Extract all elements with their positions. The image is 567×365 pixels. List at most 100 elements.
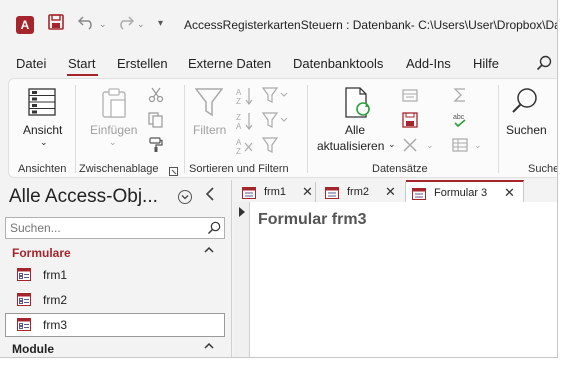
group-separator	[75, 85, 76, 173]
doc-tab-label: frm2	[347, 186, 369, 198]
collapse-pane-icon[interactable]	[204, 186, 216, 207]
ansicht-button[interactable]: Ansicht	[23, 123, 62, 137]
paste-button[interactable]: Einfügen	[90, 123, 137, 137]
cut-icon[interactable]	[148, 87, 164, 103]
nav-item-frm2[interactable]: frm2	[5, 288, 225, 312]
form-icon	[17, 293, 31, 306]
group-label-ansichten: Ansichten	[18, 163, 67, 175]
ansicht-dropdown-icon[interactable]: ⌄	[40, 137, 48, 148]
sort-ascending-icon[interactable]: AZ	[236, 87, 253, 106]
selection-filter-icon[interactable]	[261, 87, 288, 103]
totals-icon[interactable]	[452, 87, 468, 103]
redo-dropdown-icon[interactable]: ⌄	[137, 14, 145, 34]
group-label-suche: Suche	[528, 163, 558, 175]
title-bar: A ⌄ ⌄ ▾ AccessRegisterkartenSteuern : Da…	[0, 0, 557, 48]
refresh-all-label-1[interactable]: Alle	[345, 123, 365, 137]
format-painter-icon[interactable]	[148, 137, 164, 153]
close-icon[interactable]: ✕	[504, 185, 515, 201]
more-records-icon[interactable]	[452, 137, 468, 153]
copy-icon[interactable]	[148, 112, 164, 128]
access-window: A ⌄ ⌄ ▾ AccessRegisterkartenSteuern : Da…	[0, 0, 558, 358]
form-icon	[17, 318, 31, 331]
form-heading: Formular frm3	[258, 211, 367, 228]
svg-text:A: A	[236, 138, 242, 147]
refresh-all-label-2[interactable]: aktualisieren	[317, 139, 384, 153]
svg-text:A: A	[236, 88, 242, 97]
group-separator	[184, 85, 185, 173]
search-icon[interactable]	[536, 55, 552, 71]
new-record-icon[interactable]	[402, 87, 418, 103]
sort-descending-icon[interactable]: ZA	[236, 112, 253, 131]
delete-record-icon[interactable]	[402, 137, 418, 153]
navigation-pane: Alle Access-Obj... Formulare frm1	[0, 180, 232, 357]
record-pointer-icon	[239, 207, 245, 217]
chevron-up-icon[interactable]	[203, 244, 215, 259]
nav-item-label: frm2	[43, 293, 67, 307]
clipboard-launcher-icon[interactable]	[169, 165, 178, 176]
active-tab-indicator	[67, 74, 98, 76]
doc-tab-label: Formular 3	[434, 187, 488, 199]
group-separator	[307, 85, 308, 173]
tab-hilfe[interactable]: Hilfe	[473, 56, 499, 71]
group-label-zwischenablage: Zwischenablage	[79, 163, 159, 175]
record-selector[interactable]	[234, 202, 250, 357]
nav-section-label: Module	[12, 342, 54, 356]
toggle-filter-icon[interactable]	[261, 137, 279, 153]
remove-sort-icon[interactable]: AZ	[236, 137, 253, 156]
nav-section-formulare[interactable]: Formulare	[0, 243, 230, 263]
chevron-up-icon[interactable]	[203, 340, 215, 355]
search-icon[interactable]	[207, 221, 221, 235]
paste-dropdown-icon[interactable]: ⌄	[109, 137, 117, 148]
nav-search-input[interactable]	[6, 218, 196, 238]
form-icon	[17, 268, 31, 281]
view-icon[interactable]	[27, 87, 57, 120]
group-separator	[498, 85, 499, 173]
undo-icon[interactable]	[77, 14, 96, 36]
refresh-all-icon[interactable]	[343, 87, 373, 122]
tab-externe-daten[interactable]: Externe Daten	[188, 56, 271, 71]
customize-qat-icon[interactable]: ▾	[158, 14, 163, 34]
more-dropdown-icon[interactable]: ⌄	[474, 140, 490, 156]
spelling-icon[interactable]: abc	[452, 112, 468, 128]
undo-dropdown-icon[interactable]: ⌄	[99, 14, 107, 34]
delete-dropdown-icon[interactable]: ⌄	[426, 140, 442, 156]
ribbon-tabs: Datei Start Erstellen Externe Daten Date…	[0, 50, 557, 76]
nav-item-label: frm1	[43, 268, 67, 282]
tab-start[interactable]: Start	[68, 56, 95, 71]
nav-pane-menu-icon[interactable]	[178, 190, 192, 204]
svg-text:Z: Z	[236, 147, 241, 155]
save-icon[interactable]	[48, 14, 64, 36]
doc-tab-frm1[interactable]: frm1 ✕	[236, 182, 316, 202]
tab-erstellen[interactable]: Erstellen	[117, 56, 168, 71]
paste-icon[interactable]	[101, 87, 129, 122]
doc-tab-label: frm1	[264, 186, 286, 198]
document-tabs: frm1 ✕ frm2 ✕ Formular 3 ✕	[234, 180, 557, 202]
find-icon[interactable]	[511, 87, 539, 118]
access-logo-icon: A	[16, 16, 34, 34]
nav-item-frm3[interactable]: frm3	[5, 313, 225, 337]
svg-text:abc: abc	[453, 114, 465, 121]
nav-pane-title[interactable]: Alle Access-Obj...	[9, 186, 158, 208]
nav-search-box	[5, 217, 225, 239]
doc-tab-frm2[interactable]: frm2 ✕	[319, 182, 406, 202]
tab-datei[interactable]: Datei	[16, 56, 46, 71]
nav-item-frm1[interactable]: frm1	[5, 263, 225, 287]
redo-icon[interactable]	[116, 14, 135, 36]
form-icon	[242, 187, 256, 199]
tab-datenbanktools[interactable]: Datenbanktools	[293, 56, 383, 71]
close-icon[interactable]: ✕	[385, 184, 396, 200]
filter-icon[interactable]	[194, 87, 224, 120]
refresh-dropdown-icon[interactable]: ⌄	[388, 139, 396, 150]
save-record-icon[interactable]	[402, 112, 418, 128]
form-icon	[325, 187, 339, 199]
doc-tab-formular-3[interactable]: Formular 3 ✕	[406, 180, 524, 202]
advanced-filter-icon[interactable]	[261, 112, 288, 128]
nav-section-module[interactable]: Module	[0, 339, 230, 357]
find-button[interactable]: Suchen	[506, 123, 547, 137]
group-label-datensaetze: Datensätze	[372, 163, 428, 175]
filter-button[interactable]: Filtern	[193, 123, 226, 137]
nav-section-label: Formulare	[12, 246, 71, 260]
tab-add-ins[interactable]: Add-Ins	[406, 56, 451, 71]
form-icon	[412, 188, 426, 200]
close-icon[interactable]: ✕	[302, 184, 313, 200]
